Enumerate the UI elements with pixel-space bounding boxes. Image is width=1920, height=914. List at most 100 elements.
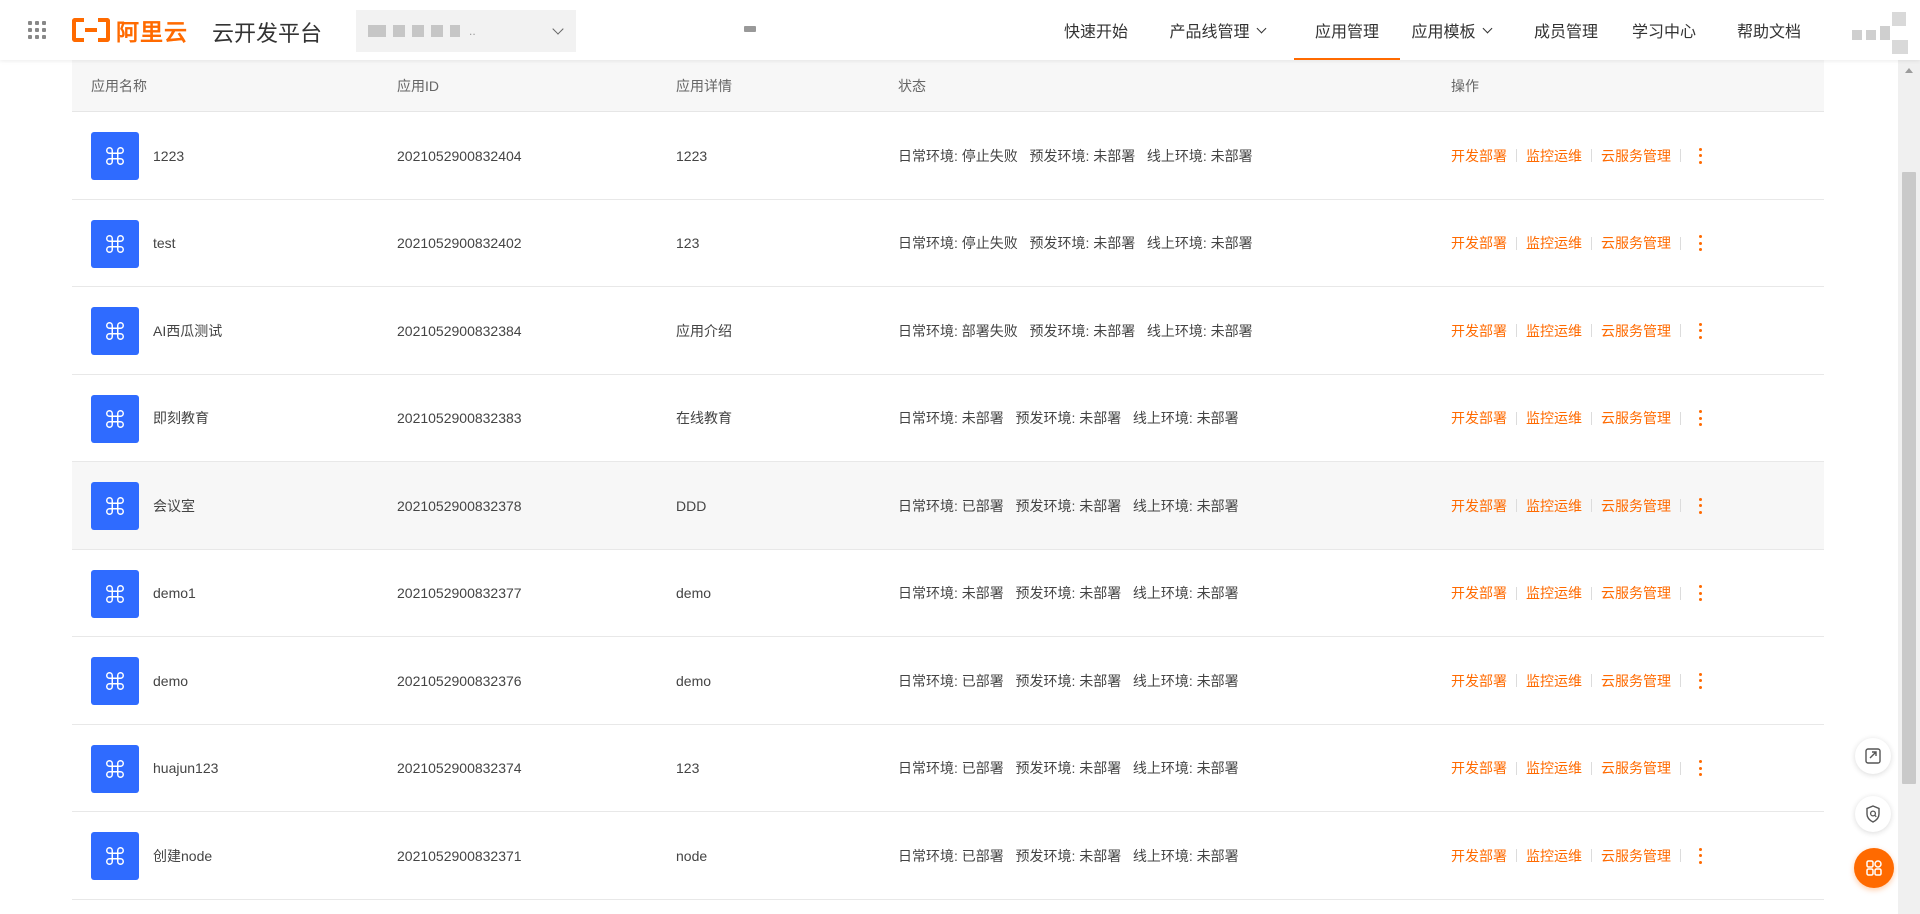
app-detail: 1223: [676, 147, 708, 164]
command-icon[interactable]: [91, 482, 139, 530]
column-header-detail: 应用详情: [676, 78, 732, 94]
cloud-service-link[interactable]: 云服务管理: [1601, 758, 1671, 778]
row-actions: 开发部署 监控运维 云服务管理: [1451, 112, 1708, 199]
deploy-link[interactable]: 开发部署: [1451, 758, 1507, 778]
app-name[interactable]: huajun123: [153, 725, 218, 812]
cloud-service-link[interactable]: 云服务管理: [1601, 583, 1671, 603]
app-name[interactable]: demo1: [153, 550, 196, 637]
divider: [1516, 499, 1517, 512]
cloud-service-link[interactable]: 云服务管理: [1601, 233, 1671, 253]
app-name[interactable]: 创建node: [153, 812, 212, 899]
app-detail: 应用介绍: [676, 322, 732, 339]
row-actions: 开发部署 监控运维 云服务管理: [1451, 550, 1708, 637]
vertical-scrollbar[interactable]: [1898, 60, 1920, 914]
column-header-name: 应用名称: [91, 78, 147, 94]
more-vertical-icon[interactable]: [1692, 147, 1708, 165]
app-status: 日常环境: 停止失败 预发环境: 未部署 线上环境: 未部署: [898, 235, 1253, 251]
app-detail: 123: [676, 235, 700, 251]
more-vertical-icon[interactable]: [1692, 672, 1708, 690]
more-vertical-icon[interactable]: [1692, 497, 1708, 515]
app-name[interactable]: test: [153, 200, 176, 287]
chevron-down-icon: [1256, 23, 1266, 33]
app-id: 2021052900832377: [397, 585, 522, 601]
app-name[interactable]: 即刻教育: [153, 375, 209, 462]
app-name[interactable]: demo: [153, 637, 188, 724]
aliyun-logo[interactable]: 阿里云: [72, 16, 188, 45]
cloud-service-link[interactable]: 云服务管理: [1601, 671, 1671, 691]
app-name[interactable]: 1223: [153, 112, 184, 199]
command-icon[interactable]: [91, 569, 139, 618]
command-icon[interactable]: [91, 307, 139, 355]
scroll-up-arrow-icon[interactable]: [1905, 68, 1913, 73]
app-status: 日常环境: 已部署 预发环境: 未部署 线上环境: 未部署: [898, 672, 1239, 689]
deploy-link[interactable]: 开发部署: [1451, 583, 1507, 603]
more-vertical-icon[interactable]: [1692, 234, 1708, 252]
nav-item-5[interactable]: 成员管理: [1522, 0, 1610, 60]
monitor-link[interactable]: 监控运维: [1526, 408, 1582, 428]
nav-item-6[interactable]: 学习中心: [1622, 0, 1706, 60]
divider: [1680, 849, 1681, 862]
more-vertical-icon[interactable]: [1692, 847, 1708, 865]
nav-item-3[interactable]: 应用管理: [1294, 0, 1400, 60]
command-icon[interactable]: [91, 132, 139, 180]
divider: [1680, 761, 1681, 775]
divider: [1516, 761, 1517, 775]
divider: [1591, 236, 1592, 250]
command-icon[interactable]: [91, 219, 139, 268]
nav-item-1[interactable]: 快速开始: [1052, 0, 1140, 60]
monitor-link[interactable]: 监控运维: [1526, 146, 1582, 166]
command-icon[interactable]: [91, 657, 139, 705]
monitor-link[interactable]: 监控运维: [1526, 671, 1582, 691]
apps-grid-icon[interactable]: [28, 21, 46, 39]
app-name[interactable]: 会议室: [153, 462, 195, 549]
deploy-link[interactable]: 开发部署: [1451, 496, 1507, 516]
divider: [1516, 411, 1517, 425]
more-vertical-icon[interactable]: [1692, 759, 1708, 777]
monitor-link[interactable]: 监控运维: [1526, 496, 1582, 516]
monitor-link[interactable]: 监控运维: [1526, 321, 1582, 341]
table-row: huajun123 2021052900832374 123 日常环境: 已部署 预发…: [72, 724, 1824, 812]
app-detail: demo: [676, 672, 712, 689]
more-vertical-icon[interactable]: [1692, 322, 1708, 340]
workspace-selector[interactable]: ..: [356, 10, 576, 52]
deploy-link[interactable]: 开发部署: [1451, 846, 1507, 866]
divider: [1516, 849, 1517, 862]
cloud-service-link[interactable]: 云服务管理: [1601, 321, 1671, 341]
nav-item-4[interactable]: 应用模板: [1396, 0, 1506, 60]
logo-text: 阿里云: [116, 19, 188, 45]
app-status: 日常环境: 部署失败 预发环境: 未部署 线上环境: 未部署: [898, 322, 1253, 339]
cloud-service-link[interactable]: 云服务管理: [1601, 408, 1671, 428]
command-icon[interactable]: [91, 394, 139, 443]
more-vertical-icon[interactable]: [1692, 584, 1708, 602]
nav-item-7[interactable]: 帮助文档: [1726, 0, 1812, 60]
cloud-service-link[interactable]: 云服务管理: [1601, 496, 1671, 516]
app-detail: 在线教育: [676, 410, 732, 426]
application-table: 应用名称 应用ID 应用详情 状态 操作 1223 202105290083240…: [72, 60, 1824, 900]
row-actions: 开发部署 监控运维 云服务管理: [1451, 812, 1708, 899]
apps-icon[interactable]: [1854, 848, 1894, 888]
command-icon[interactable]: [91, 832, 139, 880]
table-row: AI西瓜测试 2021052900832384 应用介绍 日常环境: 部署失败 预发环…: [72, 287, 1824, 375]
shield-search-icon[interactable]: [1855, 796, 1891, 832]
divider: [1591, 324, 1592, 337]
send-icon[interactable]: [1855, 738, 1891, 774]
nav-item-2[interactable]: 产品线管理: [1158, 0, 1276, 60]
cloud-service-link[interactable]: 云服务管理: [1601, 146, 1671, 166]
app-name[interactable]: AI西瓜测试: [153, 287, 222, 374]
deploy-link[interactable]: 开发部署: [1451, 146, 1507, 166]
scrollbar-thumb[interactable]: [1902, 172, 1916, 784]
monitor-link[interactable]: 监控运维: [1526, 583, 1582, 603]
divider: [1680, 149, 1681, 162]
cloud-service-link[interactable]: 云服务管理: [1601, 846, 1671, 866]
command-icon[interactable]: [91, 744, 139, 793]
monitor-link[interactable]: 监控运维: [1526, 758, 1582, 778]
monitor-link[interactable]: 监控运维: [1526, 233, 1582, 253]
monitor-link[interactable]: 监控运维: [1526, 846, 1582, 866]
app-id: 2021052900832376: [397, 672, 522, 689]
deploy-link[interactable]: 开发部署: [1451, 408, 1507, 428]
deploy-link[interactable]: 开发部署: [1451, 321, 1507, 341]
deploy-link[interactable]: 开发部署: [1451, 671, 1507, 691]
deploy-link[interactable]: 开发部署: [1451, 233, 1507, 253]
more-vertical-icon[interactable]: [1692, 409, 1708, 427]
avatar[interactable]: [1852, 12, 1908, 54]
